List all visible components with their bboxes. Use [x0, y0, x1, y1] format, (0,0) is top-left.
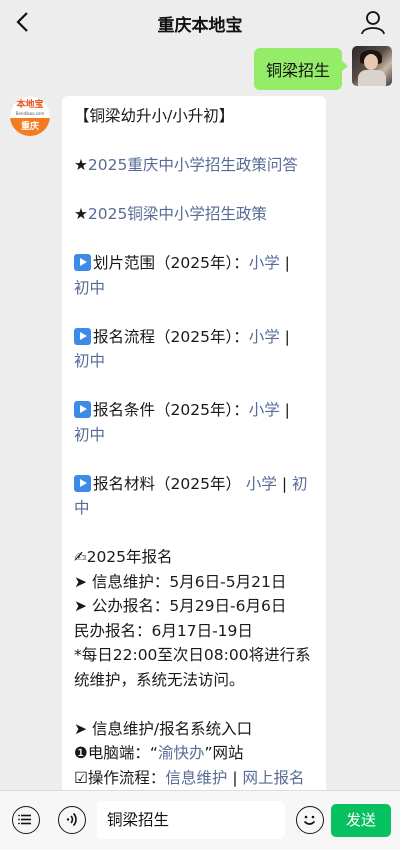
section-process-label: 报名流程（2025年）：: [93, 327, 249, 346]
link-zone-middle[interactable]: 初中: [74, 279, 105, 297]
link-info-maintenance[interactable]: 信息维护: [165, 769, 227, 787]
play-icon: [74, 254, 91, 271]
private-registration-dates: 民办报名：6月17日-19日: [74, 621, 253, 640]
incoming-message: 本地宝 Bendibao.com 重庆 【铜梁幼升小/小升初】 ★2025重庆中…: [10, 96, 326, 790]
menu-button[interactable]: [12, 806, 40, 834]
bot-avatar-site: Bendibao.com: [15, 111, 45, 116]
public-registration-dates: ➤ 公办报名：5月29日-6月6日: [74, 597, 287, 615]
separator: |: [284, 401, 290, 419]
link-yukuaiban[interactable]: 渝快办: [158, 744, 205, 762]
link-process-primary[interactable]: 小学: [249, 328, 280, 346]
pc-tail: ”网站: [204, 744, 244, 762]
maintenance-note: *每日22:00至次日08:00将进行系统维护，系统无法访问。: [74, 646, 311, 689]
play-icon: [74, 474, 91, 492]
message-input[interactable]: 铜梁招生: [97, 801, 285, 839]
link-materials-primary[interactable]: 小学: [246, 475, 277, 493]
pc-label: ❶电脑端：“: [74, 744, 158, 762]
section-materials-label: 报名材料（2025年）: [93, 474, 241, 493]
link-conditions-middle[interactable]: 初中: [74, 426, 105, 444]
writing-hand-icon: ✍: [74, 548, 87, 566]
outgoing-message: 铜梁招生: [253, 46, 392, 90]
link-tongliang-policy[interactable]: 2025铜梁中小学招生政策: [88, 205, 267, 223]
play-icon: [74, 327, 91, 345]
chat-header: 重庆本地宝: [0, 0, 400, 46]
separator: |: [232, 768, 238, 787]
play-icon: [74, 401, 91, 418]
voice-icon: [66, 812, 77, 827]
link-process-middle[interactable]: 初中: [74, 352, 105, 370]
input-toolbar: 铜梁招生 发送: [0, 790, 400, 850]
chat-area[interactable]: 铜梁招生 本地宝 Bendibao.com 重庆 【铜梁幼升小/小升初】 ★20…: [0, 46, 400, 790]
voice-button[interactable]: [58, 806, 86, 834]
link-conditions-primary[interactable]: 小学: [249, 401, 280, 419]
system-entry-label: ➤ 信息维护/报名系统入口: [74, 719, 253, 738]
message-title: 【铜梁幼升小/小升初】: [74, 107, 235, 125]
chat-title: 重庆本地宝: [157, 15, 243, 36]
separator: |: [281, 474, 288, 493]
link-policy-qa[interactable]: 2025重庆中小学招生政策问答: [88, 156, 298, 174]
my-avatar[interactable]: [352, 46, 392, 86]
smiley-icon: [303, 815, 316, 825]
section-zone-label: 划片范围（2025年）：: [93, 254, 249, 272]
operation-label: ☑操作流程：: [74, 768, 166, 787]
registration-title: 2025年报名: [86, 548, 173, 566]
emoji-button[interactable]: [296, 806, 324, 834]
separator: |: [284, 254, 290, 272]
link-zone-primary[interactable]: 小学: [249, 254, 280, 272]
incoming-bubble: 【铜梁幼升小/小升初】 ★2025重庆中小学招生政策问答 ★2025铜梁中小学招…: [62, 96, 326, 790]
profile-icon[interactable]: [360, 9, 386, 35]
outgoing-bubble[interactable]: 铜梁招生: [253, 48, 349, 90]
section-conditions-label: 报名条件（2025年）：: [93, 401, 249, 419]
bot-avatar-logo: 本地宝: [16, 100, 44, 110]
bot-avatar-city: 重庆: [20, 122, 39, 132]
back-arrow-icon[interactable]: [10, 8, 38, 36]
link-online-registration[interactable]: 网上报名: [243, 769, 305, 787]
separator: |: [284, 327, 290, 346]
bot-avatar[interactable]: 本地宝 Bendibao.com 重庆: [10, 96, 50, 136]
info-maintenance-dates: ➤ 信息维护：5月6日-5月21日: [74, 572, 287, 591]
list-icon: [18, 814, 31, 825]
send-button[interactable]: 发送: [331, 804, 391, 837]
